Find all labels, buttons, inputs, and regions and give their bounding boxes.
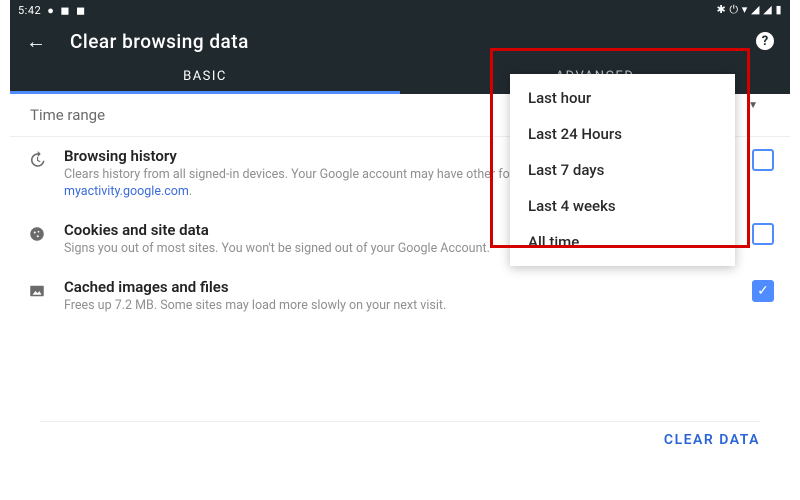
notification-icon: ◼ [60, 4, 70, 17]
help-icon[interactable]: ? [756, 32, 774, 50]
item-cached[interactable]: Cached images and files Frees up 7.2 MB.… [10, 268, 790, 325]
checkbox[interactable]: ✓ [752, 280, 774, 302]
tab-basic[interactable]: BASIC [10, 62, 400, 94]
checkbox[interactable] [752, 149, 774, 171]
image-icon [26, 280, 48, 302]
dropdown-option[interactable]: All time [510, 224, 735, 260]
item-title: Cached images and files [64, 278, 736, 296]
status-right-icons: ✱ ⏻ ▾ ◢ ◢ ▮ [716, 3, 782, 17]
dropdown-option[interactable]: Last 4 weeks [510, 188, 735, 224]
page-title: Clear browsing data [70, 30, 732, 53]
item-subtitle: Frees up 7.2 MB. Some sites may load mor… [64, 298, 736, 315]
dropdown-option[interactable]: Last 24 Hours [510, 116, 735, 152]
footer: CLEAR DATA [40, 421, 760, 458]
chevron-down-icon: ▼ [748, 100, 758, 111]
dropdown-option[interactable]: Last 7 days [510, 152, 735, 188]
time-range-label: Time range [30, 106, 105, 124]
notification-icon: ● [47, 4, 54, 17]
status-time: 5:42 [18, 4, 41, 17]
cookie-icon [26, 223, 48, 245]
history-icon [26, 149, 48, 171]
app-bar: ← Clear browsing data ? [10, 20, 790, 62]
back-icon[interactable]: ← [26, 29, 46, 54]
dropdown-option[interactable]: Last hour [510, 80, 735, 116]
myactivity-link[interactable]: myactivity.google.com [64, 184, 189, 199]
time-range-dropdown: Last hour Last 24 Hours Last 7 days Last… [510, 74, 735, 266]
notification-icon: ◼ [76, 4, 86, 17]
status-bar: 5:42 ● ◼ ◼ ✱ ⏻ ▾ ◢ ◢ ▮ [10, 0, 790, 20]
clear-data-button[interactable]: CLEAR DATA [664, 432, 760, 448]
checkbox[interactable] [752, 223, 774, 245]
